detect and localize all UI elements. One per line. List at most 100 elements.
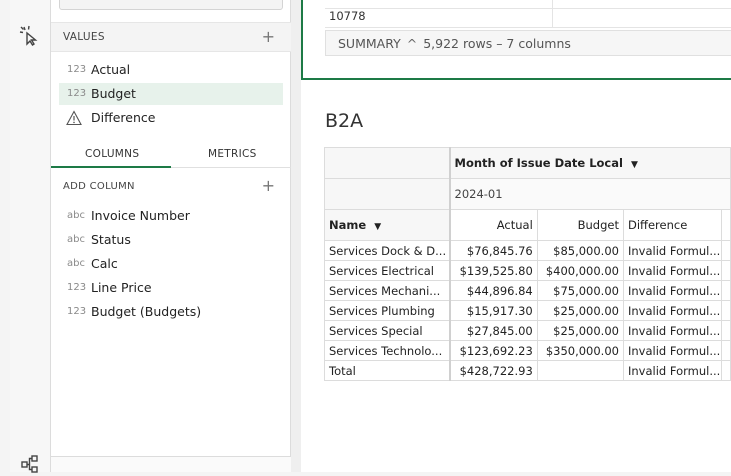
cell-difference[interactable]: Invalid Formul... [622,340,722,361]
icon-rail [10,0,51,473]
cell-difference[interactable]: Invalid Formul... [622,280,722,301]
table-element-selected[interactable]: 10778 SUMMARY ^ 5,922 rows – 7 columns [301,0,731,80]
chevron-down-icon[interactable]: ▼ [631,160,638,170]
row-name[interactable]: Services Mechani... [324,280,450,301]
column-item-budget-budgets[interactable]: 123 Budget (Budgets) [59,301,283,323]
value-item-label: Budget [91,86,136,101]
column-item-label: Line Price [91,280,152,295]
header-budget[interactable]: Budget [536,209,624,241]
values-section-title: VALUES [63,31,105,43]
cell-budget[interactable]: $350,000.00 [536,340,624,361]
row-name[interactable]: Services Special [324,320,450,341]
number-type-icon: 123 [67,64,87,75]
column-group-header[interactable]: Month of Issue Date Local ▼ [448,147,731,179]
workbook-canvas: 10778 SUMMARY ^ 5,922 rows – 7 columns B2A… [301,0,731,472]
tab-columns[interactable]: COLUMNS [85,148,139,160]
table-row: 10778 [325,9,731,28]
column-item-label: Calc [91,256,118,271]
column-item-label: Invoice Number [91,208,190,223]
table-summary-bar[interactable]: SUMMARY ^ 5,922 rows – 7 columns [325,30,731,56]
cell-actual[interactable]: $27,845.00 [448,320,538,341]
panel-tabs: COLUMNS METRICS [51,142,291,168]
table-row: Services Dock & D... $76,845.76 $85,000.… [324,240,731,261]
table-cell: 10778 [329,9,366,23]
values-section-header: VALUES + [51,22,291,52]
row-name[interactable]: Services Plumbing [324,300,450,321]
cell-budget[interactable]: $400,000.00 [536,260,624,281]
warning-icon [66,110,82,126]
period-header: 2024-01 [448,178,731,210]
cell-overflow [720,240,731,261]
table-row: Services Electrical $139,525.80 $400,000… [324,260,731,281]
header-actual[interactable]: Actual [448,209,538,241]
cell-actual[interactable]: $139,525.80 [448,260,538,281]
total-budget[interactable] [536,360,624,381]
cell-budget[interactable]: $85,000.00 [536,240,624,261]
table-row [325,0,731,19]
pivot-title[interactable]: B2A [325,110,363,132]
text-type-icon: abc [67,234,85,245]
canvas-gutter [291,0,301,472]
cell-actual[interactable]: $123,692.23 [448,340,538,361]
tab-metrics[interactable]: METRICS [208,148,257,160]
total-label[interactable]: Total [324,360,450,381]
panel-bottom-bar [51,456,291,472]
table-row: Services Mechani... $44,896.84 $75,000.0… [324,280,731,301]
total-row: Total $428,722.93 Invalid Formul... [324,360,731,381]
cell-budget[interactable]: $25,000.00 [536,320,624,341]
row-header-name[interactable]: Name ▼ [324,209,450,241]
value-item-difference[interactable]: Difference [59,107,283,129]
total-difference[interactable]: Invalid Formul... [622,360,722,381]
cell-difference[interactable]: Invalid Formul... [622,320,722,341]
cell-actual[interactable]: $44,896.84 [448,280,538,301]
column-item-label: Budget (Budgets) [91,304,202,319]
pivot-corner-cell [324,178,450,210]
cell-overflow [720,360,731,381]
summary-label: SUMMARY [338,36,401,51]
cell-difference[interactable]: Invalid Formul... [622,260,722,281]
column-item-status[interactable]: abc Status [59,229,283,251]
chevron-down-icon[interactable]: ▼ [374,222,381,232]
pivot-corner-cell [324,147,450,179]
row-name[interactable]: Services Electrical [324,260,450,281]
add-column-header: ADD COLUMN + [51,176,291,198]
config-panel: VALUES + 123 Actual 123 Budget Differenc… [51,0,291,472]
cell-difference[interactable]: Invalid Formul... [622,300,722,321]
value-item-actual[interactable]: 123 Actual [59,59,283,81]
total-actual[interactable]: $428,722.93 [448,360,538,381]
cell-budget[interactable]: $25,000.00 [536,300,624,321]
summary-stats: 5,922 rows – 7 columns [423,36,571,51]
header-difference[interactable]: Difference [622,209,722,241]
text-type-icon: abc [67,210,85,221]
cell-budget[interactable]: $75,000.00 [536,280,624,301]
row-name[interactable]: Services Technolo... [324,340,450,361]
cursor-click-icon[interactable] [18,24,42,48]
cell-overflow [720,340,731,361]
table-cells: 10778 [325,0,731,28]
cell-overflow [720,260,731,281]
cell-overflow [720,280,731,301]
cell-difference[interactable]: Invalid Formul... [622,240,722,261]
cell-actual[interactable]: $15,917.30 [448,300,538,321]
pivot-table: Month of Issue Date Local ▼ 2024-01 Name… [324,147,731,381]
add-column-plus-icon[interactable]: + [262,176,275,195]
cell-actual[interactable]: $76,845.76 [448,240,538,261]
chevron-up-icon[interactable]: ^ [407,36,417,51]
cell-overflow [720,320,731,341]
number-type-icon: 123 [67,306,87,317]
value-item-label: Difference [91,110,156,125]
column-item-calc[interactable]: abc Calc [59,253,283,275]
table-row: Services Plumbing $15,917.30 $25,000.00 … [324,300,731,321]
text-type-icon: abc [67,258,85,269]
active-tab-indicator [51,166,171,168]
hierarchy-icon[interactable] [18,452,42,476]
number-type-icon: 123 [67,282,87,293]
value-item-budget[interactable]: 123 Budget [59,83,283,105]
panel-top-field[interactable] [59,0,283,10]
number-type-icon: 123 [67,88,87,99]
column-item-invoice-number[interactable]: abc Invoice Number [59,205,283,227]
column-item-line-price[interactable]: 123 Line Price [59,277,283,299]
row-name[interactable]: Services Dock & D... [324,240,450,261]
add-value-plus-icon[interactable]: + [262,27,275,46]
table-row: Services Technolo... $123,692.23 $350,00… [324,340,731,361]
